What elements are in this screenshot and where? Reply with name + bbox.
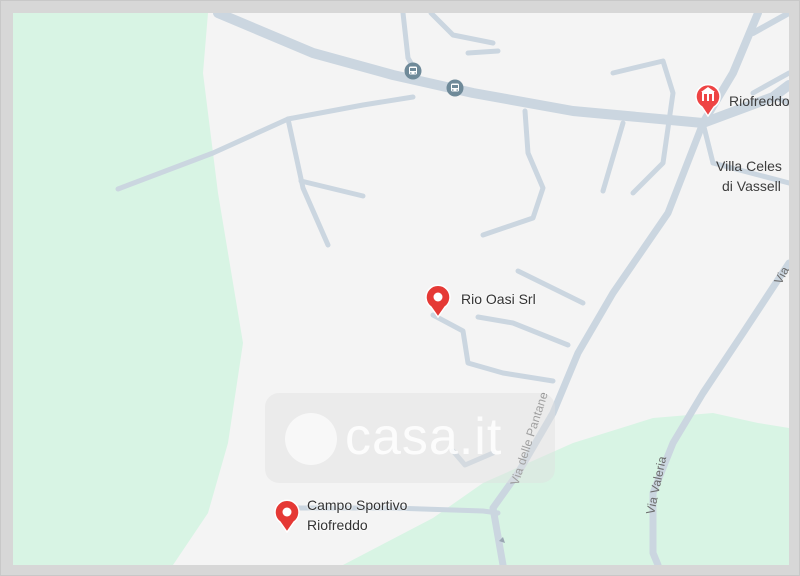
location-pin-icon[interactable] bbox=[424, 284, 452, 318]
watermark: casa.it bbox=[265, 393, 555, 483]
bus-stop-icon[interactable] bbox=[446, 79, 464, 97]
green-area-west bbox=[13, 13, 243, 565]
watermark-house-icon bbox=[285, 413, 337, 465]
poi-label-rio-oasi[interactable]: Rio Oasi Srl bbox=[461, 289, 536, 309]
town-hall-icon[interactable] bbox=[694, 83, 722, 117]
map-view[interactable]: Via delle Pantane Via Valeria Via Riofre… bbox=[13, 13, 789, 565]
poi-label-campo-line1[interactable]: Campo Sportivo bbox=[307, 495, 407, 515]
location-pin-icon[interactable] bbox=[273, 499, 301, 533]
place-label-villa-line1: Villa Celes bbox=[716, 158, 782, 174]
place-label-riofreddo: Riofreddo bbox=[729, 93, 789, 109]
watermark-text: casa.it bbox=[345, 408, 503, 466]
poi-label-campo-line2[interactable]: Riofreddo bbox=[307, 515, 368, 535]
bus-stop-icon[interactable] bbox=[404, 62, 422, 80]
place-label-villa-line2: di Vassell bbox=[722, 178, 781, 194]
map-frame: Via delle Pantane Via Valeria Via Riofre… bbox=[0, 0, 800, 576]
